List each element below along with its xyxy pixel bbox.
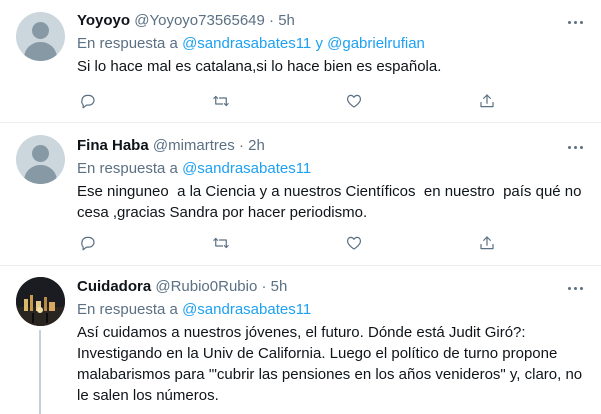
tweet-text: Así cuidamos a nuestros jóvenes, el futu… [77,324,583,404]
reply-prefix: En respuesta a [77,160,183,177]
reply-prefix: En respuesta a [77,301,183,318]
separator-dot: · [261,278,267,295]
timestamp[interactable]: 5h [271,278,288,295]
avatar-shoulders-shape [24,42,57,61]
mention-link[interactable]: @sandrasabates11 [182,35,311,52]
tweet-body: Yoyoyo @Yoyoyo73565649 · 5h En respuesta… [77,10,587,77]
tweet-header: Yoyoyo @Yoyoyo73565649 · 5h [77,10,587,31]
user-handle[interactable]: @Yoyoyo73565649 [134,12,265,29]
like-icon[interactable] [343,91,365,111]
tweet[interactable]: Fina Haba @mimartres · 2h En respuesta a… [0,123,601,266]
tweet-actions [77,91,501,111]
tweet-actions [77,233,501,253]
more-icon[interactable] [561,137,589,157]
reply-icon[interactable] [77,91,99,111]
tweet-body: Cuidadora @Rubio0Rubio · 5h En respuesta… [77,276,587,406]
reply-context: En respuesta a @sandrasabates11 [77,299,587,320]
tweet-text: Si lo hace mal es catalana,si lo hace bi… [77,58,442,75]
reply-context: En respuesta a @sandrasabates11 [77,158,587,179]
user-handle[interactable]: @Rubio0Rubio [155,278,257,295]
separator-dot: · [269,12,275,29]
retweet-icon[interactable] [210,233,232,253]
tweet[interactable]: Cuidadora @Rubio0Rubio · 5h En respuesta… [0,266,601,414]
display-name[interactable]: Yoyoyo [77,12,130,29]
share-icon[interactable] [476,91,498,111]
avatar-head-shape [32,145,49,162]
display-name[interactable]: Fina Haba [77,137,149,154]
display-name[interactable]: Cuidadora [77,278,151,295]
tweet-text: Ese ninguneo a la Ciencia y a nuestros C… [77,183,582,221]
tweet-body: Fina Haba @mimartres · 2h En respuesta a… [77,135,587,223]
user-handle[interactable]: @mimartres [153,137,235,154]
timestamp[interactable]: 5h [278,12,295,29]
mention-link[interactable]: @sandrasabates11 [182,160,311,177]
avatar[interactable] [16,135,65,184]
thread-line [39,330,41,414]
reply-icon[interactable] [77,233,99,253]
reply-prefix: En respuesta a [77,35,183,52]
mention-link[interactable]: @sandrasabates11 [182,301,311,318]
night-city-photo [16,277,65,326]
share-icon[interactable] [476,233,498,253]
separator-dot: · [238,137,244,154]
mention-joiner: y [311,35,328,52]
avatar[interactable] [16,12,65,61]
tweet-header: Cuidadora @Rubio0Rubio · 5h [77,276,587,297]
retweet-icon[interactable] [210,91,232,111]
more-icon[interactable] [561,12,589,32]
more-icon[interactable] [561,278,589,298]
tweet[interactable]: Yoyoyo @Yoyoyo73565649 · 5h En respuesta… [0,0,601,123]
avatar[interactable] [16,277,65,326]
reply-context: En respuesta a @sandrasabates11 y @gabri… [77,33,587,54]
avatar-shoulders-shape [24,165,57,184]
mention-link[interactable]: @gabrielrufian [327,35,425,52]
avatar-head-shape [32,22,49,39]
reply-feed: Yoyoyo @Yoyoyo73565649 · 5h En respuesta… [0,0,601,414]
tweet-header: Fina Haba @mimartres · 2h [77,135,587,156]
like-icon[interactable] [343,233,365,253]
timestamp[interactable]: 2h [248,137,265,154]
